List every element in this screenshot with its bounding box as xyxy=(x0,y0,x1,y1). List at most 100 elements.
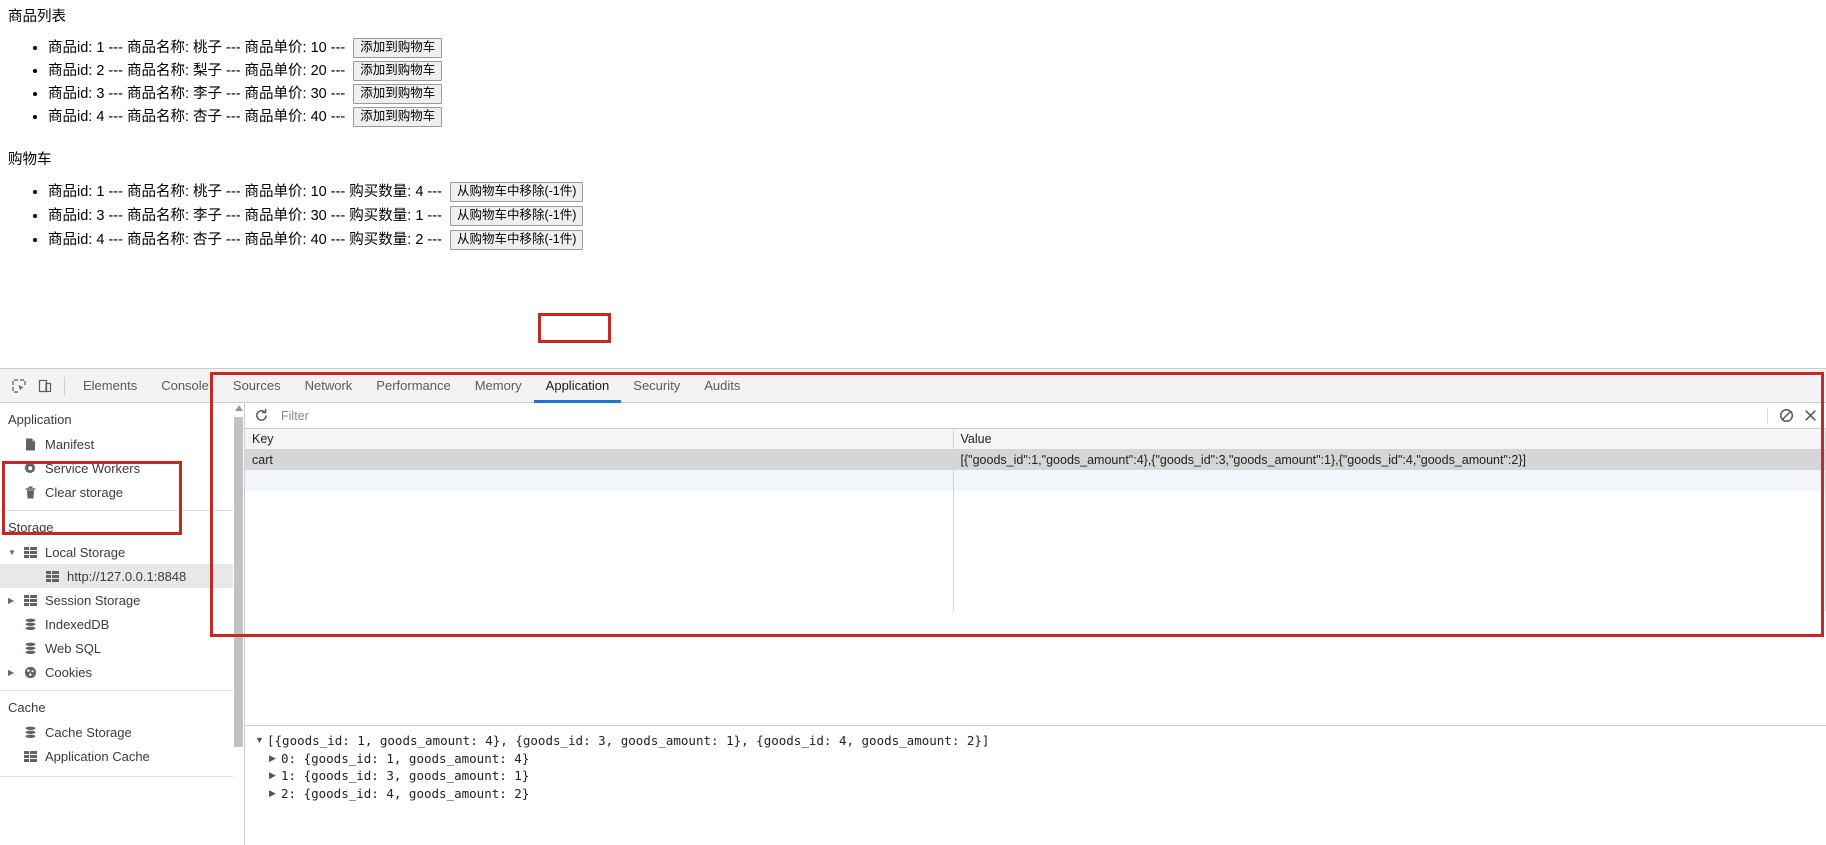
add-to-cart-button[interactable]: 添加到购物车 xyxy=(353,38,443,59)
list-item: 商品id: 4 --- 商品名称: 杏子 --- 商品单价: 40 --- 添加… xyxy=(48,106,1826,129)
tab-elements[interactable]: Elements xyxy=(71,369,149,402)
sidebar-item-application-cache[interactable]: ▶ Application Cache xyxy=(0,744,244,768)
twisty-collapsed-icon[interactable]: ▶ xyxy=(269,785,281,803)
cookie-icon xyxy=(22,665,39,680)
cart-row-text: 商品id: 1 --- 商品名称: 桃子 --- 商品单价: 10 --- 购买… xyxy=(48,183,442,200)
twisty-collapsed-icon[interactable]: ▶ xyxy=(8,668,20,677)
refresh-icon[interactable] xyxy=(249,405,273,427)
sidebar-item-label: Cookies xyxy=(45,664,92,680)
cart-row-text: 商品id: 3 --- 商品名称: 李子 --- 商品单价: 30 --- 购买… xyxy=(48,207,442,224)
cell-value[interactable]: [{"goods_id":1,"goods_amount":4},{"goods… xyxy=(953,449,1826,470)
sidebar-item-cookies[interactable]: ▶ Cookies xyxy=(0,660,244,684)
storage-toolbar xyxy=(245,403,1826,429)
sidebar-item-session-storage[interactable]: ▶ Session Storage xyxy=(0,588,244,612)
add-to-cart-button[interactable]: 添加到购物车 xyxy=(353,61,443,82)
toolbar-divider xyxy=(1767,407,1768,424)
preview-child-text: 0: {goods_id: 1, goods_amount: 4} xyxy=(281,750,530,766)
sidebar-item-label: Manifest xyxy=(45,436,95,452)
scrollbar-thumb[interactable] xyxy=(234,417,243,747)
value-preview-pane: ▼ [{goods_id: 1, goods_amount: 4}, {good… xyxy=(245,725,1826,845)
tab-application[interactable]: Application xyxy=(533,369,622,403)
preview-child-text: 2: {goods_id: 4, goods_amount: 2} xyxy=(281,785,530,801)
column-header-key[interactable]: Key xyxy=(245,429,954,450)
twisty-expanded-icon[interactable]: ▼ xyxy=(8,548,20,557)
toggle-device-toolbar-icon[interactable] xyxy=(32,373,58,399)
remove-from-cart-button[interactable]: 从购物车中移除(-1件) xyxy=(449,181,584,202)
tab-audits[interactable]: Audits xyxy=(692,369,752,402)
twisty-collapsed-icon[interactable]: ▶ xyxy=(269,750,281,768)
twisty-expanded-icon[interactable]: ▼ xyxy=(255,732,267,750)
cart-list: 商品id: 1 --- 商品名称: 桃子 --- 商品单价: 10 --- 购买… xyxy=(8,180,1826,252)
sidebar-item-label: Cache Storage xyxy=(45,724,132,740)
preview-child-row[interactable]: ▶ 1: {goods_id: 3, goods_amount: 1} xyxy=(255,767,1826,785)
table-row-empty[interactable] xyxy=(245,470,1826,491)
sidebar-divider xyxy=(0,690,244,691)
goods-list-heading: 商品列表 xyxy=(8,9,66,25)
cell-key[interactable] xyxy=(245,470,954,491)
document-icon xyxy=(22,437,39,452)
sidebar-divider xyxy=(0,510,244,511)
goods-list: 商品id: 1 --- 商品名称: 桃子 --- 商品单价: 10 --- 添加… xyxy=(8,37,1826,129)
sidebar-scrollbar[interactable] xyxy=(233,403,244,845)
grid-icon xyxy=(22,749,39,764)
sidebar-item-local-storage[interactable]: ▼ Local Storage xyxy=(0,540,244,564)
list-item: 商品id: 3 --- 商品名称: 李子 --- 商品单价: 30 --- 添加… xyxy=(48,83,1826,106)
goods-row-text: 商品id: 3 --- 商品名称: 李子 --- 商品单价: 30 --- xyxy=(48,85,346,102)
sidebar-item-label: Clear storage xyxy=(45,484,124,500)
sidebar-item-web-sql[interactable]: ▶ Web SQL xyxy=(0,636,244,660)
tab-memory[interactable]: Memory xyxy=(463,369,534,402)
sidebar-divider xyxy=(0,776,244,777)
database-icon xyxy=(22,725,39,740)
goods-row-text: 商品id: 2 --- 商品名称: 梨子 --- 商品单价: 20 --- xyxy=(48,62,346,79)
list-item: 商品id: 1 --- 商品名称: 桃子 --- 商品单价: 10 --- 购买… xyxy=(48,180,1826,204)
table-header-row: Key Value xyxy=(245,429,1826,450)
remove-from-cart-button[interactable]: 从购物车中移除(-1件) xyxy=(449,205,584,226)
column-header-value[interactable]: Value xyxy=(953,429,1826,450)
add-to-cart-button[interactable]: 添加到购物车 xyxy=(353,84,443,105)
tab-performance[interactable]: Performance xyxy=(364,369,462,402)
goods-row-text: 商品id: 1 --- 商品名称: 桃子 --- 商品单价: 10 --- xyxy=(48,39,346,56)
storage-table-wrapper: Key Value cart [{"goods_id":1,"goods_amo… xyxy=(245,429,1826,725)
devtools-tabbar: Elements Console Sources Network Perform… xyxy=(0,369,1826,403)
devtools-panel: Elements Console Sources Network Perform… xyxy=(0,368,1826,845)
cell-value xyxy=(953,491,1826,611)
sidebar-item-service-workers[interactable]: ▶ Service Workers xyxy=(0,456,244,480)
tab-security[interactable]: Security xyxy=(621,369,692,402)
preview-child-row[interactable]: ▶ 2: {goods_id: 4, goods_amount: 2} xyxy=(255,785,1826,803)
tab-sources[interactable]: Sources xyxy=(221,369,293,402)
sidebar-item-label: Application Cache xyxy=(45,748,150,764)
add-to-cart-button[interactable]: 添加到购物车 xyxy=(353,107,443,128)
cell-key[interactable]: cart xyxy=(245,449,954,470)
local-storage-table: Key Value cart [{"goods_id":1,"goods_amo… xyxy=(245,429,1826,611)
remove-from-cart-button[interactable]: 从购物车中移除(-1件) xyxy=(449,229,584,250)
sidebar-item-label: Web SQL xyxy=(45,640,102,656)
sidebar-item-label: Local Storage xyxy=(45,544,126,560)
twisty-collapsed-icon[interactable]: ▶ xyxy=(269,767,281,785)
sidebar-item-local-storage-origin[interactable]: ▶ http://127.0.0.1:8848 xyxy=(0,564,244,588)
web-page-content: 商品列表 商品id: 1 --- 商品名称: 桃子 --- 商品单价: 10 -… xyxy=(0,0,1826,368)
gear-icon xyxy=(22,461,39,476)
preview-root-row[interactable]: ▼ [{goods_id: 1, goods_amount: 4}, {good… xyxy=(255,732,1826,750)
cell-value[interactable] xyxy=(953,470,1826,491)
scroll-up-arrow-icon[interactable] xyxy=(235,405,243,411)
filter-input[interactable] xyxy=(273,404,1761,427)
twisty-collapsed-icon[interactable]: ▶ xyxy=(8,596,20,605)
preview-root-text: [{goods_id: 1, goods_amount: 4}, {goods_… xyxy=(267,733,990,748)
devtools-body: Application ▶ Manifest ▶ Service Workers xyxy=(0,403,1826,845)
grid-icon xyxy=(22,593,39,608)
sidebar-section-storage: Storage xyxy=(8,520,54,535)
sidebar-item-manifest[interactable]: ▶ Manifest xyxy=(0,432,244,456)
close-icon[interactable] xyxy=(1798,405,1822,427)
table-row[interactable]: cart [{"goods_id":1,"goods_amount":4},{"… xyxy=(245,449,1826,470)
no-entry-icon[interactable] xyxy=(1774,405,1798,427)
sidebar-item-cache-storage[interactable]: ▶ Cache Storage xyxy=(0,720,244,744)
tab-console[interactable]: Console xyxy=(149,369,221,402)
sidebar-item-label: IndexedDB xyxy=(45,616,110,632)
tab-network[interactable]: Network xyxy=(293,369,365,402)
sidebar-item-indexeddb[interactable]: ▶ IndexedDB xyxy=(0,612,244,636)
sidebar-item-clear-storage[interactable]: ▶ Clear storage xyxy=(0,480,244,504)
cart-heading: 购物车 xyxy=(8,151,52,168)
inspect-element-icon[interactable] xyxy=(6,373,32,399)
preview-child-row[interactable]: ▶ 0: {goods_id: 1, goods_amount: 4} xyxy=(255,750,1826,768)
sidebar-item-label: Session Storage xyxy=(45,592,141,608)
